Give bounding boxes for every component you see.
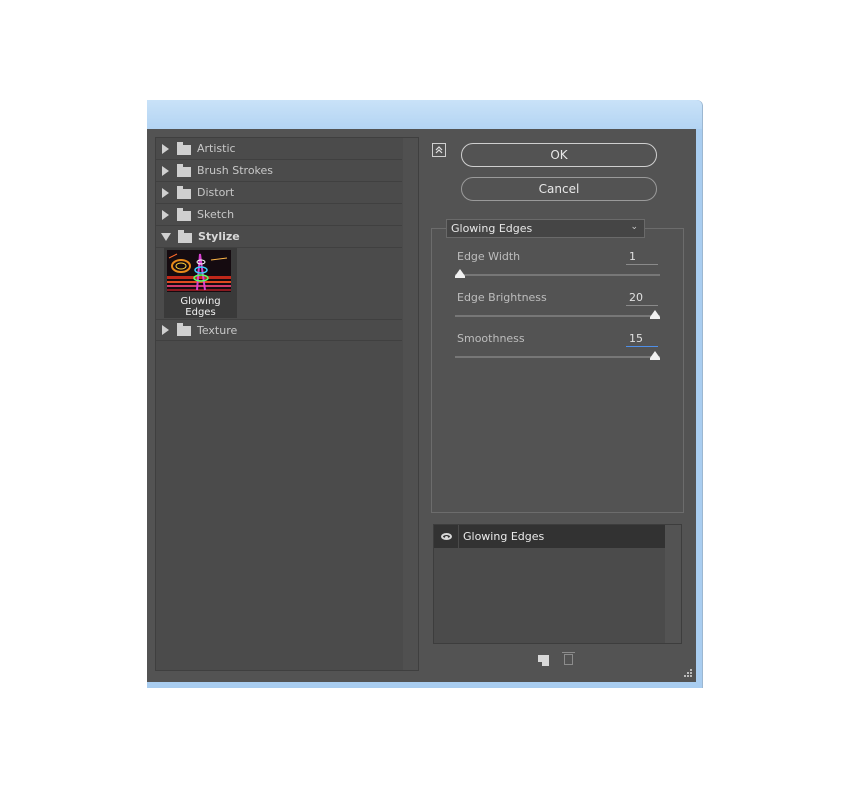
gallery-scrollbar[interactable] (403, 138, 418, 670)
glowing-edges-preview-image (167, 250, 231, 292)
category-artistic[interactable]: Artistic (156, 138, 402, 160)
expand-arrow-icon (162, 209, 169, 220)
category-label: Stylize (198, 230, 240, 243)
category-label: Artistic (197, 142, 236, 155)
category-stylize[interactable]: Stylize (156, 226, 402, 248)
folder-icon (177, 163, 191, 177)
new-effect-layer-icon[interactable] (538, 655, 549, 666)
category-distort[interactable]: Distort (156, 182, 402, 204)
title-bar[interactable] (147, 100, 702, 129)
filter-gallery-list: Artistic Brush Strokes Distort Sketch St (155, 137, 419, 671)
edge-width-slider-handle[interactable] (455, 269, 465, 278)
filter-select-value: Glowing Edges (451, 222, 533, 235)
smoothness-slider-handle[interactable] (650, 351, 660, 360)
edge-brightness-slider-handle[interactable] (650, 310, 660, 319)
folder-icon (177, 185, 191, 199)
category-texture[interactable]: Texture (156, 319, 402, 341)
expand-arrow-icon (162, 325, 169, 335)
edge-brightness-field[interactable]: 20 (626, 291, 658, 306)
collapse-arrow-icon (161, 232, 171, 241)
filter-gallery-window: Artistic Brush Strokes Distort Sketch St (147, 100, 703, 688)
category-label: Distort (197, 186, 235, 199)
filter-thumbnail-glowing-edges[interactable]: Glowing Edges (164, 248, 237, 318)
effect-layer-row[interactable]: Glowing Edges (434, 525, 665, 548)
dialog-body: Artistic Brush Strokes Distort Sketch St (147, 129, 696, 682)
edge-width-label: Edge Width (457, 250, 521, 263)
edge-width-slider[interactable] (455, 274, 660, 276)
eye-icon (440, 533, 452, 540)
expand-arrow-icon (162, 187, 169, 198)
folder-icon (177, 207, 191, 221)
filter-thumbnail-label: Glowing Edges (180, 296, 221, 318)
expand-arrow-icon (162, 143, 169, 154)
layers-scrollbar[interactable] (665, 525, 681, 643)
resize-grip-icon[interactable] (684, 669, 692, 677)
smoothness-label: Smoothness (457, 332, 525, 345)
smoothness-field[interactable]: 15 (626, 332, 658, 347)
expand-arrow-icon (162, 165, 169, 176)
category-label: Sketch (197, 208, 235, 221)
filter-select-dropdown[interactable]: Glowing Edges ⌄ (446, 219, 645, 238)
open-folder-icon (178, 229, 192, 243)
edge-brightness-label: Edge Brightness (457, 291, 547, 304)
category-brush-strokes[interactable]: Brush Strokes (156, 160, 402, 182)
folder-icon (177, 323, 191, 336)
trash-icon[interactable] (562, 652, 575, 665)
folder-icon (177, 141, 191, 155)
category-sketch[interactable]: Sketch (156, 204, 402, 226)
edge-brightness-slider[interactable] (455, 315, 660, 317)
effect-layer-name: Glowing Edges (463, 530, 545, 543)
category-label: Texture (197, 323, 238, 337)
category-label: Brush Strokes (197, 164, 274, 177)
filter-settings-panel (431, 228, 684, 513)
collapse-chevrons-icon[interactable] (432, 143, 446, 157)
cancel-button[interactable]: Cancel (461, 177, 657, 201)
smoothness-slider[interactable] (455, 356, 660, 358)
chevron-down-icon: ⌄ (630, 222, 638, 232)
edge-width-field[interactable]: 1 (626, 250, 658, 265)
effect-layers-list: Glowing Edges (433, 524, 682, 644)
layer-visibility-toggle[interactable] (434, 525, 459, 548)
ok-button[interactable]: OK (461, 143, 657, 167)
